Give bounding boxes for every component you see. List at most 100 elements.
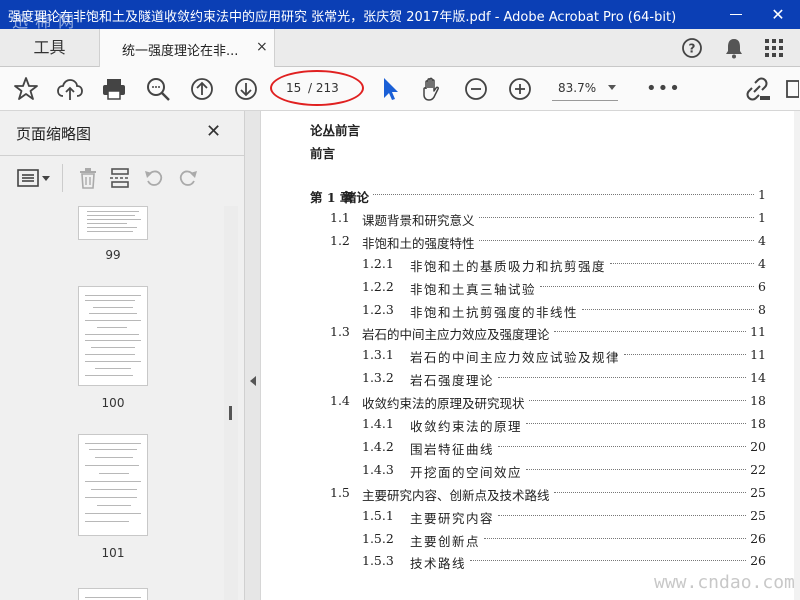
thumbnail-page[interactable] <box>78 286 148 386</box>
hand-tool-icon[interactable] <box>418 75 446 103</box>
toc-number: 1.3.2 <box>362 370 394 386</box>
zoom-out-icon[interactable] <box>462 75 490 103</box>
chevron-down-icon <box>608 85 616 90</box>
window-close-button[interactable]: ✕ <box>756 0 800 29</box>
toc-number: 1.5.2 <box>362 530 394 546</box>
select-arrow-icon[interactable] <box>376 75 404 103</box>
toc-leader <box>529 400 746 402</box>
toc-page-number: 6 <box>758 278 766 294</box>
toc-entry[interactable]: 1.4.3 开挖面的空间效应 22 <box>262 462 772 482</box>
toc-entry[interactable]: 1.5.3 技术路线 26 <box>262 553 772 573</box>
toc-title: 主要创新点 <box>410 533 481 549</box>
toc-title: 课题背景和研究意义 <box>362 212 475 228</box>
toc-page-number: 20 <box>750 438 766 454</box>
toc-number: 1.5 <box>330 484 350 500</box>
toc-entry[interactable]: 1.4.2 围岩特征曲线 20 <box>262 439 772 459</box>
toc-leader <box>498 514 746 516</box>
toc-number: 1.4.3 <box>362 461 394 477</box>
thumbnail-options-icon[interactable] <box>16 166 52 190</box>
toc-number: 1.4 <box>330 393 350 409</box>
toc-title: 技术路线 <box>410 556 467 572</box>
toc-title: 收敛约束法的原理及研究现状 <box>362 396 525 412</box>
toc-page-number: 26 <box>750 553 766 569</box>
toc-page-number: 25 <box>750 507 766 523</box>
search-zoom-icon[interactable] <box>144 75 172 103</box>
rotate-right-icon[interactable] <box>176 166 200 190</box>
bell-icon[interactable] <box>722 36 746 60</box>
toc-number: 1.1 <box>330 209 350 225</box>
tab-close-button[interactable]: × <box>256 39 268 55</box>
toc-page-number: 18 <box>750 393 766 409</box>
toc-number: 1.3 <box>330 324 350 340</box>
toc-leader <box>479 239 754 241</box>
toc-page-number: 1 <box>758 209 766 225</box>
panel-close-button[interactable]: ✕ <box>206 121 221 142</box>
toc-entry[interactable]: 1.1 课题背景和研究意义 1 <box>262 210 772 230</box>
doc-header-preface: 前言 <box>310 146 336 161</box>
toc-title: 非饱和土的强度特性 <box>362 235 475 251</box>
cloud-upload-icon[interactable] <box>56 75 84 103</box>
toc-page-number: 14 <box>750 370 766 386</box>
doc-header-preface-series: 论丛前言 <box>310 123 361 138</box>
apps-grid-icon[interactable] <box>762 36 786 60</box>
toc-number: 1.2.3 <box>362 301 394 317</box>
thumbnail-page[interactable] <box>78 206 148 240</box>
thumbnail-scrollbar[interactable] <box>224 206 238 600</box>
rotate-left-icon[interactable] <box>142 166 166 190</box>
svg-text:?: ? <box>689 42 696 56</box>
toc-entry[interactable]: 1.5 主要研究内容、创新点及技术路线 25 <box>262 485 772 505</box>
trash-icon[interactable] <box>76 166 100 190</box>
toc-entry[interactable]: 第 1 章绪论 1 <box>262 187 772 207</box>
more-tools-icon[interactable]: ••• <box>646 80 681 98</box>
tab-document-label: 统一强度理论在非... <box>122 44 239 59</box>
zoom-in-icon[interactable] <box>506 75 534 103</box>
thumbnail-label: 99 <box>105 248 121 262</box>
minimize-button[interactable] <box>718 0 754 29</box>
toc-entry[interactable]: 1.5.1 主要研究内容 25 <box>262 508 772 528</box>
toc-entry[interactable]: 1.2.2 非饱和土真三轴试验 6 <box>262 279 772 299</box>
bookmark-star-icon[interactable] <box>12 75 40 103</box>
main-toolbar: / 213 83.7% ••• <box>0 67 800 111</box>
zoom-dropdown[interactable]: 83.7% <box>552 77 618 101</box>
toc-entry[interactable]: 1.2.1 非饱和土的基质吸力和抗剪强度 4 <box>262 256 772 276</box>
toc-leader <box>498 377 746 379</box>
toc-leader <box>610 262 754 264</box>
toc-leader <box>554 331 746 333</box>
annotation-oval <box>270 70 364 106</box>
toc-page-number: 26 <box>750 530 766 546</box>
toc-entry[interactable]: 1.4 收敛约束法的原理及研究现状 18 <box>262 393 772 413</box>
panel-collapse-handle[interactable] <box>245 111 261 600</box>
next-page-icon[interactable] <box>232 75 260 103</box>
toc-entry[interactable]: 1.4.1 收敛约束法的原理 18 <box>262 416 772 436</box>
window-title: 强度理论在非饱和土及隧道收敛约束法中的应用研究 张常光，张庆贺 2017年版.p… <box>8 10 677 25</box>
tab-tools[interactable]: 工具 <box>0 29 100 67</box>
print-icon[interactable] <box>100 75 128 103</box>
toc-title: 收敛约束法的原理 <box>410 419 523 434</box>
toc-title: 岩石强度理论 <box>410 373 495 389</box>
toc-entry[interactable]: 1.5.2 主要创新点 26 <box>262 531 772 551</box>
toc-page-number: 1 <box>758 187 766 202</box>
thumbnail-page[interactable] <box>78 588 148 600</box>
toc-entry[interactable]: 1.2 非饱和土的强度特性 4 <box>262 233 772 253</box>
toc-entry[interactable]: 1.3.2 岩石强度理论 14 <box>262 370 772 390</box>
toc-leader <box>624 354 746 356</box>
thumbnail-page[interactable] <box>78 434 148 536</box>
toc-entry[interactable]: 1.2.3 非饱和土抗剪强度的非线性 8 <box>262 302 772 322</box>
share-link-icon[interactable] <box>744 75 772 103</box>
toc-title: 开挖面的空间效应 <box>410 464 523 480</box>
toc-entry[interactable]: 1.3 岩石的中间主应力效应及强度理论 11 <box>262 324 772 344</box>
document-scrollbar[interactable] <box>794 111 800 600</box>
toc-page-number: 25 <box>750 484 766 500</box>
toc-entry[interactable]: 1.3.1 岩石的中间主应力效应试验及规律 11 <box>262 347 772 367</box>
help-icon[interactable]: ? <box>680 36 704 60</box>
panel-toolbar <box>0 155 245 199</box>
extract-pages-icon[interactable] <box>108 166 132 190</box>
tab-document[interactable]: 统一强度理论在非... × <box>100 29 275 68</box>
tab-row: 工具 统一强度理论在非... × ? <box>0 29 800 68</box>
right-panel-icon[interactable] <box>784 75 800 103</box>
toc-leader <box>526 468 746 470</box>
previous-page-icon[interactable] <box>188 75 216 103</box>
scrollbar-grip[interactable] <box>229 406 232 420</box>
toc-leader <box>582 308 754 310</box>
toc-leader <box>498 445 746 447</box>
